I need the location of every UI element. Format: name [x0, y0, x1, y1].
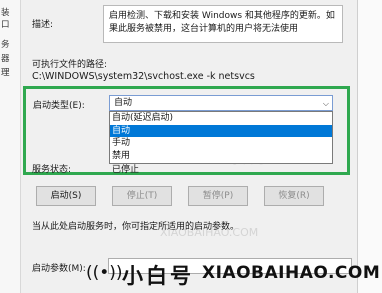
description-text: 启用检测、下载和安装 Windows 和其他程序的更新。如果此服务被禁用，这台计… [109, 11, 335, 34]
startup-type-dropdown: 自动(延迟启动) 自动 手动 禁用 [109, 111, 333, 164]
description-label: 描述: [32, 20, 54, 30]
left-strip-text: 器 [1, 54, 10, 64]
start-params-label: 启动参数(M): [32, 264, 86, 274]
description-box: 启用检测、下载和安装 Windows 和其他程序的更新。如果此服务被禁用，这台计… [103, 5, 343, 43]
dropdown-option[interactable]: 禁用 [110, 150, 332, 163]
dropdown-option-selected[interactable]: 自动 [110, 124, 332, 137]
left-strip-text: 理 [1, 68, 10, 78]
dropdown-option[interactable]: 自动(延迟启动) [110, 112, 332, 125]
stop-button[interactable]: 停止(T) [112, 186, 172, 206]
left-strip-text: 口 [1, 20, 10, 30]
startup-type-label: 启动类型(E): [33, 101, 85, 111]
left-partial-panel: 装 口 务 器 理 [0, 0, 21, 293]
startup-type-selected: 自动 [114, 98, 133, 108]
startup-type-select[interactable]: 自动 ⌵ [109, 95, 333, 111]
pause-button[interactable]: 暂停(P) [188, 186, 248, 206]
exe-path-value: C:\WINDOWS\system32\svchost.exe -k netsv… [32, 71, 255, 82]
resume-button[interactable]: 恢复(R) [264, 186, 324, 206]
start-button[interactable]: 启动(S) [36, 186, 96, 206]
left-strip-text: 务 [1, 40, 10, 50]
service-status-value: 已停止 [112, 165, 140, 175]
scrollbar[interactable] [357, 0, 382, 293]
exe-path-label: 可执行文件的路径: [32, 60, 108, 70]
chevron-down-icon[interactable]: ⌵ [323, 97, 329, 110]
watermark-brand-en: XIAOBAIHAO.COM [202, 263, 381, 283]
service-status-label: 服务状态: [32, 165, 72, 175]
watermark-logo: ((•)) 小白号 XIAOBAIHAO.COM [86, 256, 381, 290]
watermark-brand-cn: 小白号 [122, 264, 194, 288]
start-params-hint: 当从此处启动服务时，你可指定所适用的启动参数。 [32, 222, 240, 232]
signal-icon: ((•)) [86, 263, 123, 283]
left-strip-text: 装 [1, 8, 10, 18]
dropdown-option[interactable]: 手动 [110, 137, 332, 150]
